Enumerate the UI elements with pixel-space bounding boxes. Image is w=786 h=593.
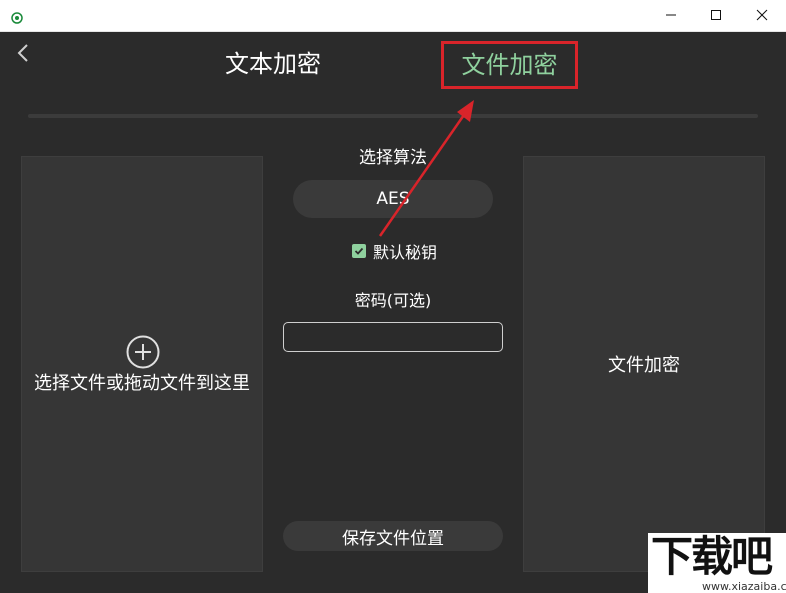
chevron-left-icon	[13, 44, 33, 68]
watermark-url: www.xiazaiba.com	[702, 580, 786, 593]
watermark-logo: 下载吧	[651, 532, 773, 581]
header-divider	[28, 114, 758, 118]
encrypt-file-button[interactable]: 文件加密	[523, 156, 765, 572]
title-bar	[0, 0, 786, 32]
algorithm-select[interactable]: AES	[293, 180, 493, 218]
maximize-button[interactable]	[693, 0, 739, 31]
app-window: 文本加密 文件加密 选择文件或拖动文件到这里 选择算法 AES 默认秘钥 密码(…	[0, 0, 786, 593]
password-input[interactable]	[283, 322, 503, 352]
default-key-checkbox[interactable]	[352, 244, 366, 258]
file-drop-zone[interactable]: 选择文件或拖动文件到这里	[21, 156, 263, 572]
tab-file-encrypt[interactable]: 文件加密	[441, 41, 578, 89]
back-button[interactable]	[13, 42, 33, 64]
app-logo-icon	[11, 9, 23, 24]
close-icon	[756, 6, 768, 25]
encrypt-file-label: 文件加密	[608, 355, 680, 376]
algorithm-value: AES	[376, 189, 410, 209]
close-button[interactable]	[739, 0, 785, 31]
drop-zone-label: 选择文件或拖动文件到这里	[34, 373, 250, 394]
tab-text-encrypt[interactable]: 文本加密	[206, 49, 340, 79]
default-key-option[interactable]: 默认秘钥	[352, 240, 437, 262]
password-label: 密码(可选)	[354, 291, 432, 310]
maximize-icon	[710, 6, 722, 25]
algorithm-label: 选择算法	[359, 148, 427, 168]
minimize-button[interactable]	[648, 0, 694, 31]
tab-file-encrypt-label: 文件加密	[461, 51, 558, 79]
minimize-icon	[665, 6, 677, 25]
save-location-button[interactable]: 保存文件位置	[283, 521, 503, 551]
default-key-label: 默认秘钥	[373, 243, 438, 262]
plus-circle-icon	[126, 335, 160, 369]
watermark: 下载吧 www.xiazaiba.com	[648, 533, 786, 593]
